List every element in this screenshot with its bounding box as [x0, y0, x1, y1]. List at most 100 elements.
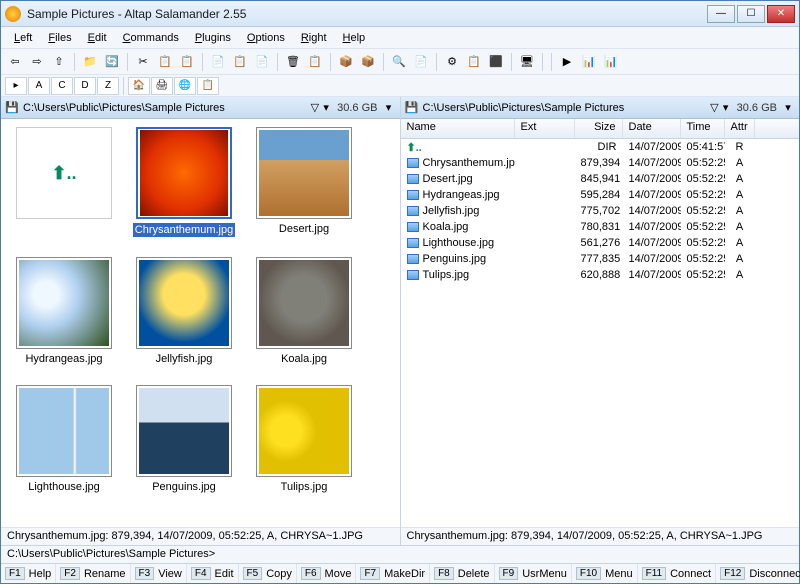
right-body[interactable]: Name Ext Size Date Time Attr ⬆..DIR14/07…: [401, 119, 800, 527]
thumb-label: Chrysanthemum.jpg: [133, 223, 235, 237]
list-row[interactable]: ⬆..DIR14/07/200905:41:57R: [401, 139, 800, 155]
fkey-f3[interactable]: F3View: [131, 564, 187, 583]
toolbar-button[interactable]: ✂: [133, 52, 153, 72]
toolbar-button[interactable]: ⬛: [486, 52, 506, 72]
list-row[interactable]: Desert.jpg845,94114/07/200905:52:25A: [401, 171, 800, 187]
drive-a[interactable]: A: [28, 77, 50, 95]
menu-options[interactable]: Options: [240, 30, 292, 46]
fkey-f6[interactable]: F6Move: [297, 564, 357, 583]
col-time[interactable]: Time: [681, 119, 725, 138]
fkey-f8[interactable]: F8Delete: [430, 564, 494, 583]
col-attr[interactable]: Attr: [725, 119, 755, 138]
file-icon: [407, 190, 419, 200]
left-status: Chrysanthemum.jpg: 879,394, 14/07/2009, …: [1, 527, 400, 545]
menu-commands[interactable]: Commands: [116, 30, 186, 46]
toolbar-button[interactable]: 📄: [252, 52, 272, 72]
right-panel-header[interactable]: 💾 C:\Users\Public\Pictures\Sample Pictur…: [401, 97, 800, 119]
fkey-f2[interactable]: F2Rename: [56, 564, 130, 583]
left-dropdown[interactable]: ▾: [319, 101, 333, 114]
fkey-f9[interactable]: F9UsrMenu: [495, 564, 572, 583]
fkey-f1[interactable]: F1Help: [1, 564, 56, 583]
toolbar-button[interactable]: 📄: [208, 52, 228, 72]
list-row[interactable]: Jellyfish.jpg775,70214/07/200905:52:25A: [401, 203, 800, 219]
menu-help[interactable]: Help: [336, 30, 373, 46]
toolbar-button[interactable]: ▶: [557, 52, 577, 72]
thumb-image: [16, 385, 112, 477]
thumb-peng[interactable]: Penguins.jpg: [129, 385, 239, 493]
right-menu[interactable]: ▾: [781, 101, 795, 114]
drivebar-button[interactable]: 🏠: [128, 77, 150, 95]
menu-plugins[interactable]: Plugins: [188, 30, 238, 46]
filter-icon[interactable]: ▽: [311, 101, 319, 114]
drive-z[interactable]: Z: [97, 77, 119, 95]
toolbar-button[interactable]: 🔄: [102, 52, 122, 72]
right-path[interactable]: C:\Users\Public\Pictures\Sample Pictures: [423, 102, 711, 114]
toolbar-button[interactable]: 📋: [155, 52, 175, 72]
menu-files[interactable]: Files: [41, 30, 78, 46]
fkey-f5[interactable]: F5Copy: [239, 564, 297, 583]
list-row[interactable]: Lighthouse.jpg561,27614/07/200905:52:25A: [401, 235, 800, 251]
list-row[interactable]: Chrysanthemum.jpg879,39414/07/200905:52:…: [401, 155, 800, 171]
col-size[interactable]: Size: [575, 119, 623, 138]
titlebar[interactable]: Sample Pictures - Altap Salamander 2.55 …: [1, 1, 799, 27]
drive-expand[interactable]: ▸: [5, 77, 27, 95]
thumb-light[interactable]: Lighthouse.jpg: [9, 385, 119, 493]
thumb-up[interactable]: ⬆..: [9, 127, 119, 237]
toolbar-button[interactable]: ⇨: [27, 52, 47, 72]
list-row[interactable]: Hydrangeas.jpg595,28414/07/200905:52:25A: [401, 187, 800, 203]
thumb-desert[interactable]: Desert.jpg: [249, 127, 359, 237]
toolbar-button[interactable]: 🖥: [517, 52, 537, 72]
menu-right[interactable]: Right: [294, 30, 334, 46]
drivebar-button[interactable]: 🖨: [151, 77, 173, 95]
drivebar-button[interactable]: 📋: [197, 77, 219, 95]
menu-edit[interactable]: Edit: [81, 30, 114, 46]
list-row[interactable]: Tulips.jpg620,88814/07/200905:52:25A: [401, 267, 800, 283]
toolbar-button[interactable]: 📋: [464, 52, 484, 72]
list-row[interactable]: Koala.jpg780,83114/07/200905:52:25A: [401, 219, 800, 235]
thumb-tulip[interactable]: Tulips.jpg: [249, 385, 359, 493]
toolbar-button[interactable]: 📊: [579, 52, 599, 72]
thumb-jelly[interactable]: Jellyfish.jpg: [129, 257, 239, 365]
left-menu[interactable]: ▾: [382, 101, 396, 114]
thumb-label: Penguins.jpg: [152, 481, 216, 493]
fkey-f11[interactable]: F11Connect: [638, 564, 716, 583]
close-button[interactable]: ✕: [767, 5, 795, 23]
thumb-koala[interactable]: Koala.jpg: [249, 257, 359, 365]
toolbar-button[interactable]: ⇦: [5, 52, 25, 72]
minimize-button[interactable]: —: [707, 5, 735, 23]
thumb-hydra[interactable]: Hydrangeas.jpg: [9, 257, 119, 365]
thumb-image: [136, 257, 232, 349]
left-panel-header[interactable]: 💾 C:\Users\Public\Pictures\Sample Pictur…: [1, 97, 400, 119]
drivebar-button[interactable]: 🌐: [174, 77, 196, 95]
col-name[interactable]: Name: [401, 119, 515, 138]
toolbar-button[interactable]: ⇧: [49, 52, 69, 72]
toolbar-button[interactable]: 🗑: [283, 52, 303, 72]
left-body[interactable]: ⬆.. Chrysanthemum.jpg Desert.jpg Hydrangeas…: [1, 119, 400, 527]
maximize-button[interactable]: ☐: [737, 5, 765, 23]
toolbar-button[interactable]: 📦: [358, 52, 378, 72]
toolbar-button[interactable]: 📦: [336, 52, 356, 72]
toolbar-button[interactable]: ⚙: [442, 52, 462, 72]
menu-left[interactable]: Left: [7, 30, 39, 46]
left-path[interactable]: C:\Users\Public\Pictures\Sample Pictures: [23, 102, 311, 114]
drive-d[interactable]: D: [74, 77, 96, 95]
toolbar-button[interactable]: 🔍: [389, 52, 409, 72]
toolbar-button[interactable]: 📄: [411, 52, 431, 72]
filter-icon[interactable]: ▽: [710, 101, 718, 114]
fkey-f4[interactable]: F4Edit: [187, 564, 239, 583]
toolbar-button[interactable]: 📋: [177, 52, 197, 72]
fkey-f7[interactable]: F7MakeDir: [356, 564, 430, 583]
toolbar-button[interactable]: 📁: [80, 52, 100, 72]
toolbar-button[interactable]: 📊: [601, 52, 621, 72]
right-dropdown[interactable]: ▾: [719, 101, 733, 114]
list-row[interactable]: Penguins.jpg777,83514/07/200905:52:25A: [401, 251, 800, 267]
fkey-f12[interactable]: F12Disconnect: [716, 564, 800, 583]
toolbar-button[interactable]: 📋: [230, 52, 250, 72]
fkey-f10[interactable]: F10Menu: [572, 564, 638, 583]
col-date[interactable]: Date: [623, 119, 681, 138]
thumb-chrys[interactable]: Chrysanthemum.jpg: [129, 127, 239, 237]
col-ext[interactable]: Ext: [515, 119, 575, 138]
command-line[interactable]: C:\Users\Public\Pictures\Sample Pictures…: [1, 545, 799, 563]
drive-c[interactable]: C: [51, 77, 73, 95]
toolbar-button[interactable]: 📋: [305, 52, 325, 72]
